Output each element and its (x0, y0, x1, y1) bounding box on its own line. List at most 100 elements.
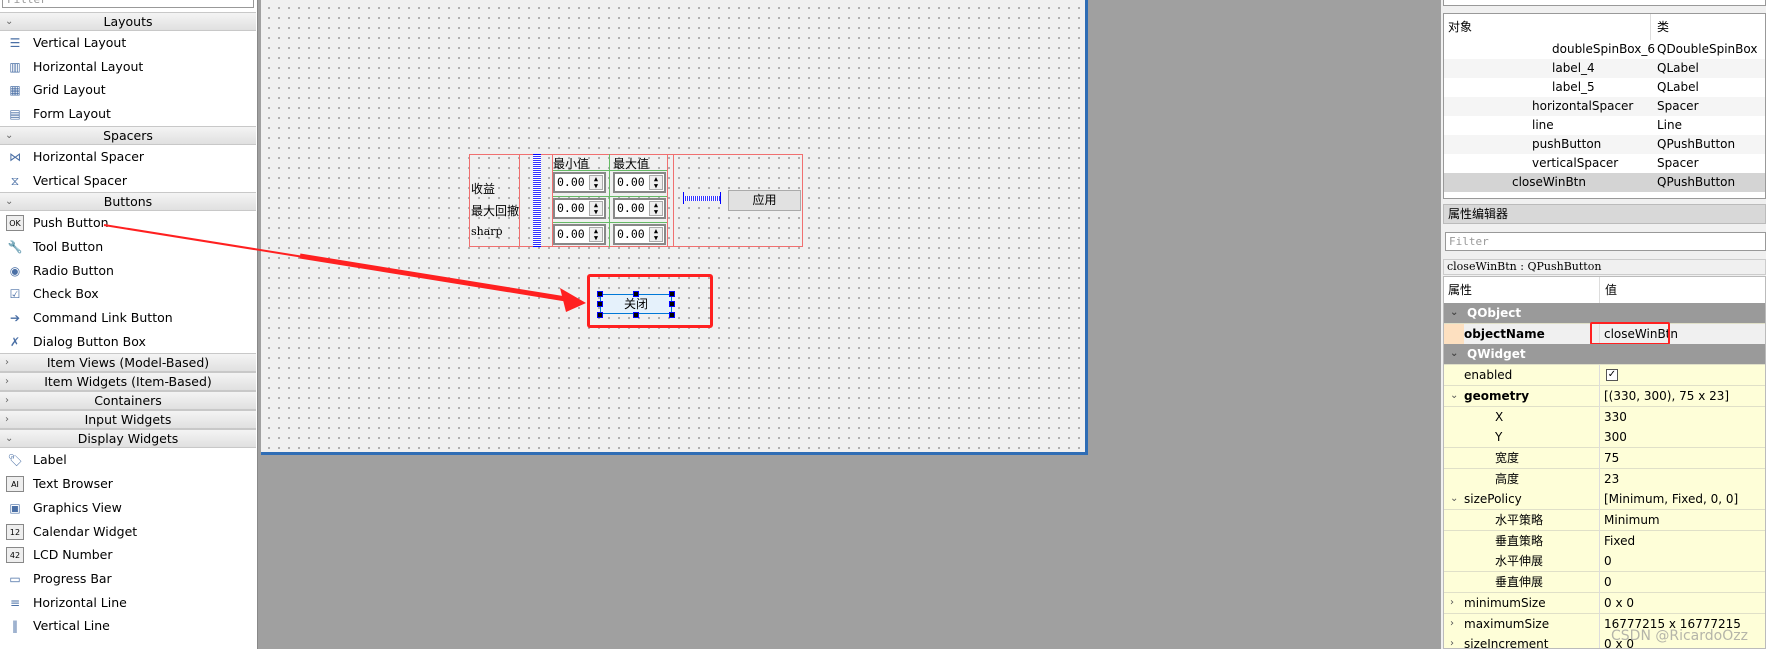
property-row[interactable]: 垂直伸展 0 (1444, 572, 1765, 594)
property-value[interactable]: ✓ (1599, 365, 1618, 387)
property-key: geometry (1464, 388, 1530, 403)
property-key: X (1495, 409, 1504, 424)
property-value[interactable]: Fixed (1599, 530, 1636, 552)
property-row[interactable]: ⌄ sizePolicy [Minimum, Fixed, 0, 0] (1444, 489, 1765, 511)
object-class: QLabel (1657, 61, 1699, 75)
chevron-right-icon[interactable]: › (1450, 593, 1454, 613)
property-value-text: [(330, 300), 75 x 23] (1604, 388, 1730, 403)
property-row[interactable]: objectName closeWinBtn (1444, 321, 1765, 345)
object-tree-row[interactable]: label_4 QLabel (1444, 59, 1765, 78)
property-key: 水平伸展 (1495, 554, 1544, 569)
property-filter-input[interactable]: Filter (1445, 232, 1766, 251)
property-row[interactable]: ⌄ QWidget (1444, 344, 1765, 366)
property-key: 水平策略 (1495, 513, 1544, 527)
watermark: CSDN @RicardoOzz (1611, 628, 1748, 644)
property-value-text: Minimum (1604, 513, 1660, 527)
chevron-right-icon[interactable]: › (1450, 614, 1454, 634)
property-value[interactable]: 0 (1599, 572, 1612, 594)
property-value[interactable]: [(330, 300), 75 x 23] (1599, 385, 1730, 407)
chevron-down-icon[interactable]: ⌄ (1450, 386, 1458, 406)
object-class: QPushButton (1657, 175, 1736, 189)
property-value-text: 300 (1604, 430, 1627, 445)
object-class: QPushButton (1657, 137, 1736, 151)
object-tree-row[interactable]: line Line (1444, 116, 1765, 135)
property-value-text: 75 (1604, 450, 1620, 465)
enabled-checkbox[interactable]: ✓ (1606, 369, 1618, 382)
chevron-down-icon[interactable]: ⌄ (1450, 303, 1458, 323)
property-value-text: 0 x 0 (1604, 595, 1634, 610)
object-name: doubleSpinBox_6 (1552, 42, 1656, 56)
object-inspector: 对象 类 doubleSpinBox_6 QDoubleSpinBox label_… (1443, 13, 1766, 199)
annotation-highlight-box (1590, 321, 1670, 345)
property-row[interactable]: ⌄ geometry [(330, 300), 75 x 23] (1444, 385, 1765, 407)
header-object: 对象 (1448, 20, 1473, 34)
header-class: 类 (1650, 14, 1669, 40)
object-name: horizontalSpacer (1532, 99, 1634, 113)
object-class: Spacer (1657, 99, 1699, 113)
property-key: 宽度 (1495, 450, 1520, 465)
property-row[interactable]: 垂直策略 Fixed (1444, 530, 1765, 552)
object-name: closeWinBtn (1512, 175, 1586, 189)
property-value[interactable]: Minimum (1599, 510, 1660, 531)
chevron-right-icon[interactable]: › (1450, 634, 1454, 648)
object-name: verticalSpacer (1532, 156, 1619, 170)
header-value: 值 (1599, 277, 1617, 303)
property-key: enabled (1464, 368, 1513, 383)
property-value-text: 330 (1604, 409, 1627, 424)
object-tree-row[interactable]: verticalSpacer Spacer (1444, 154, 1765, 173)
object-name: label_5 (1552, 80, 1595, 94)
row-marker (1444, 323, 1464, 344)
header-property: 属性 (1448, 283, 1473, 297)
object-tree-row[interactable]: pushButton QPushButton (1444, 135, 1765, 154)
property-value-text: 23 (1604, 471, 1620, 486)
object-class: QLabel (1657, 80, 1699, 94)
property-value-text: 0 (1604, 554, 1612, 569)
property-value[interactable]: 0 x 0 (1599, 592, 1634, 614)
object-tree-row[interactable]: horizontalSpacer Spacer (1444, 97, 1765, 116)
property-value[interactable]: 75 (1599, 447, 1620, 469)
property-value-text: Fixed (1604, 533, 1636, 548)
object-class: QDoubleSpinBox (1657, 42, 1758, 56)
property-key: 垂直策略 (1495, 533, 1544, 548)
property-value[interactable]: 0 (1599, 551, 1612, 573)
property-key: Y (1495, 430, 1503, 445)
property-table: 属性 值 ⌄ QObject objectName closeWinBtn ⌄ QWidg… (1443, 276, 1766, 649)
property-row[interactable]: 宽度 75 (1444, 447, 1765, 469)
property-value[interactable]: [Minimum, Fixed, 0, 0] (1599, 489, 1739, 511)
property-row[interactable]: Y 300 (1444, 427, 1765, 449)
object-tree-row[interactable]: closeWinBtn QPushButton (1444, 173, 1765, 192)
property-key: objectName (1464, 326, 1545, 341)
right-panels: 对象 类 doubleSpinBox_6 QDoubleSpinBox label_… (1441, 0, 1766, 649)
property-row[interactable]: ⌄ QObject (1444, 303, 1765, 324)
object-name: line (1532, 118, 1554, 132)
group-label: QObject (1467, 306, 1522, 320)
property-value[interactable]: 23 (1599, 468, 1620, 490)
object-name: pushButton (1532, 137, 1602, 151)
property-value[interactable]: 330 (1599, 406, 1627, 428)
property-key: minimumSize (1464, 595, 1546, 610)
property-key: sizeIncrement (1464, 637, 1549, 649)
chevron-down-icon[interactable]: ⌄ (1450, 489, 1458, 509)
property-key: 垂直伸展 (1495, 575, 1544, 590)
property-row[interactable]: enabled ✓ (1444, 365, 1765, 387)
object-filter-input[interactable] (1443, 0, 1766, 6)
property-editor-title: 属性编辑器 (1443, 204, 1766, 224)
property-value[interactable]: 300 (1599, 427, 1627, 449)
property-value-text: 0 (1604, 575, 1612, 590)
property-value-text: [Minimum, Fixed, 0, 0] (1604, 492, 1739, 507)
object-class: Line (1657, 118, 1683, 132)
object-name: label_4 (1552, 61, 1595, 75)
property-row[interactable]: 水平策略 Minimum (1444, 510, 1765, 531)
chevron-down-icon[interactable]: ⌄ (1450, 344, 1458, 364)
property-key: maximumSize (1464, 616, 1550, 631)
property-row[interactable]: 水平伸展 0 (1444, 551, 1765, 573)
property-key: 高度 (1495, 471, 1520, 486)
property-key: sizePolicy (1464, 492, 1522, 507)
property-object-label: closeWinBtn : QPushButton (1443, 259, 1766, 275)
property-row[interactable]: X 330 (1444, 406, 1765, 428)
property-row[interactable]: › minimumSize 0 x 0 (1444, 592, 1765, 614)
property-row[interactable]: 高度 23 (1444, 468, 1765, 490)
object-tree-row[interactable]: doubleSpinBox_6 QDoubleSpinBox (1444, 40, 1765, 59)
object-class: Spacer (1657, 156, 1699, 170)
object-tree-row[interactable]: label_5 QLabel (1444, 78, 1765, 97)
